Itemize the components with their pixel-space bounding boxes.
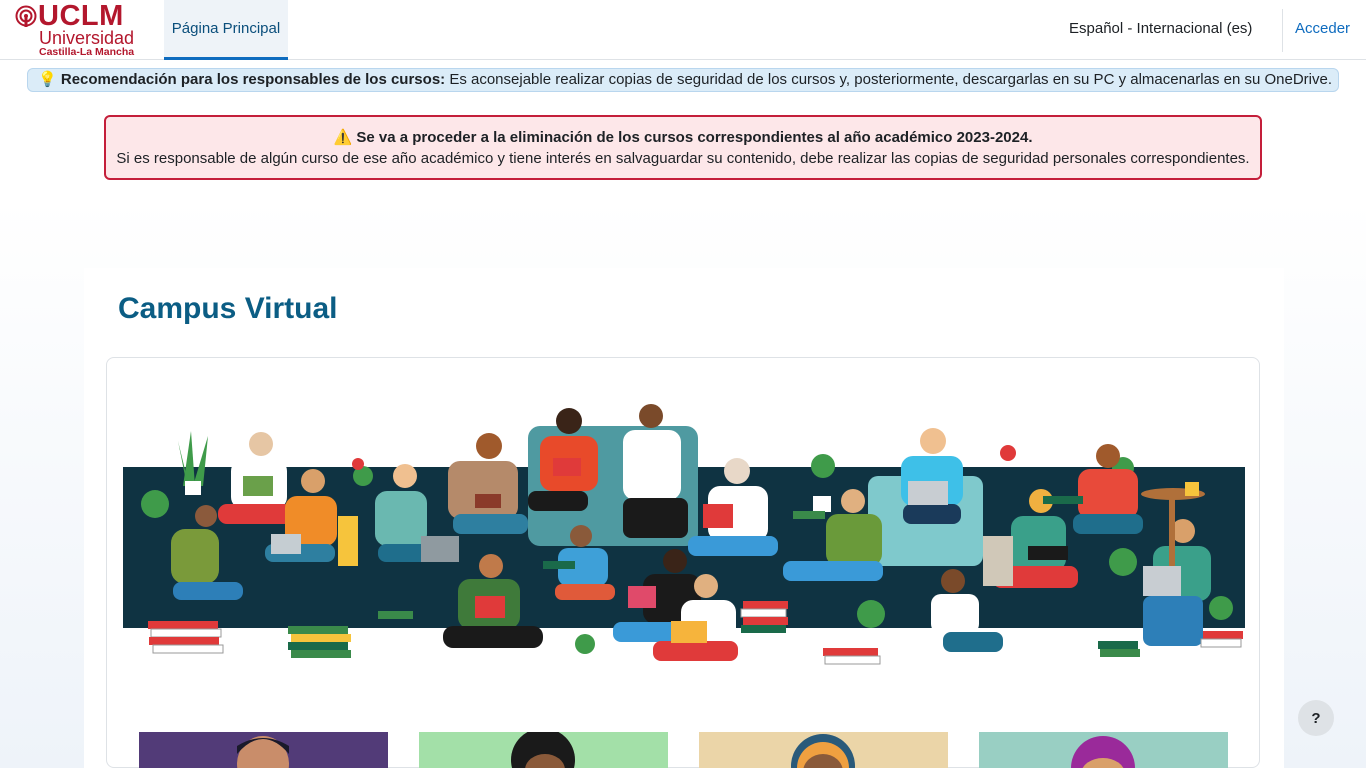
recommendation-text: Es aconsejable realizar copias de seguri… (449, 71, 1332, 88)
person-avatar-4[interactable] (979, 732, 1228, 768)
person-avatar-2[interactable] (419, 732, 668, 768)
deletion-alert: ⚠️ Se va a proceder a la eliminación de … (104, 115, 1262, 180)
login-link[interactable]: Acceder (1295, 20, 1350, 37)
language-menu[interactable]: Español - Internacional (es) (1069, 20, 1252, 37)
recommendation-title: Recomendación para los responsables de l… (60, 71, 446, 88)
antenna-icon (15, 5, 37, 27)
people-reading-illustration (123, 404, 1245, 665)
alert-title-row: ⚠️ Se va a proceder a la eliminación de … (106, 128, 1260, 146)
alert-body: Si es responsable de algún curso de ese … (116, 150, 1250, 167)
top-navbar: UCLM Universidad Castilla-La Mancha Pági… (0, 0, 1366, 60)
recommendation-banner: 💡 Recomendación para los responsables de… (27, 68, 1339, 92)
warning-icon: ⚠️ (333, 129, 353, 146)
uclm-logo[interactable]: UCLM Universidad Castilla-La Mancha (14, 0, 138, 58)
lightbulb-icon: 💡 (38, 71, 57, 88)
person-avatar-2-icon (511, 732, 575, 768)
page-title: Campus Virtual (118, 292, 338, 325)
person-avatar-3-icon (791, 734, 855, 768)
hero-banner (106, 357, 1260, 768)
tab-home[interactable]: Página Principal (164, 0, 288, 60)
person-avatar-3[interactable] (699, 732, 948, 768)
person-avatar-1[interactable] (139, 732, 388, 768)
logo-line2: Castilla-La Mancha (39, 46, 135, 58)
help-button[interactable]: ? (1298, 700, 1334, 736)
person-avatar-1-icon (237, 736, 289, 768)
alert-title: Se va a proceder a la eliminación de los… (356, 129, 1033, 146)
person-avatar-4-icon (1071, 736, 1135, 768)
nav-divider (1282, 9, 1283, 52)
